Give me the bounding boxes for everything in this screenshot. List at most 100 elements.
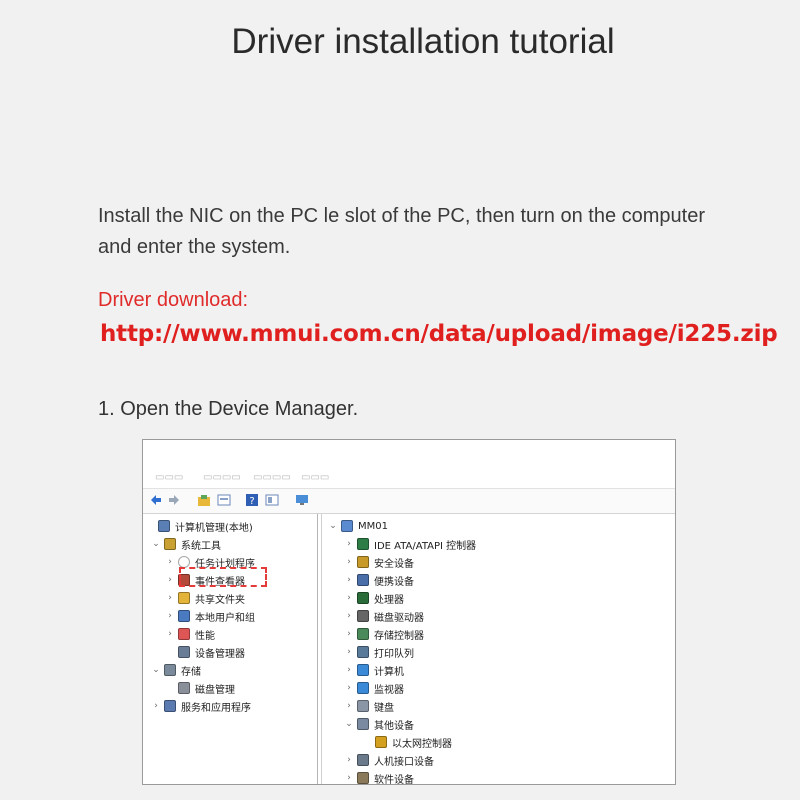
device-tree-item[interactable]: › 人机接口设备	[344, 752, 434, 768]
nav-tree-item-label: 磁盘管理	[195, 684, 235, 696]
device-tree-item-label: 打印队列	[374, 648, 414, 660]
device-tree-item[interactable]: ⌄ 其他设备	[344, 716, 414, 732]
printer-icon	[357, 646, 369, 658]
help-icon[interactable]: ?	[245, 493, 259, 507]
chevron-right-icon[interactable]: ›	[344, 539, 354, 549]
chevron-down-icon[interactable]: ⌄	[328, 521, 338, 531]
intro-text: Install the NIC on the PC le slot of the…	[98, 205, 705, 258]
device-tree-item[interactable]: › 磁盘驱动器	[344, 608, 424, 624]
chevron-right-icon[interactable]: ›	[344, 683, 354, 693]
users-icon	[178, 610, 190, 622]
download-label: Driver download:	[98, 289, 249, 311]
nav-tree-item-label: 存储	[181, 666, 201, 678]
device-tree-item[interactable]: › 监视器	[344, 680, 404, 696]
device-tree-item[interactable]: › 键盘	[344, 698, 394, 714]
nav-tree-item-label: 系统工具	[181, 540, 221, 552]
nav-tree-item[interactable]: 磁盘管理	[165, 680, 235, 696]
chevron-right-icon[interactable]: ›	[344, 593, 354, 603]
device-tree-item-label: 安全设备	[374, 558, 414, 570]
chevron-down-icon[interactable]: ⌄	[151, 665, 161, 675]
chevron-right-icon[interactable]: ›	[344, 575, 354, 585]
nav-tree-item[interactable]: › 共享文件夹	[165, 590, 245, 606]
device-tree-item[interactable]: › 存储控制器	[344, 626, 424, 642]
nav-tree-item[interactable]: 设备管理器	[165, 644, 245, 660]
storage-controller-icon	[357, 628, 369, 640]
menu-item-help[interactable]: ▭▭▭	[301, 472, 329, 483]
keyboard-icon	[357, 700, 369, 712]
menu-bar: ▭▭▭ ▭▭▭▭ ▭▭▭▭ ▭▭▭	[143, 440, 675, 488]
chevron-right-icon[interactable]: ›	[165, 611, 175, 621]
chevron-right-icon[interactable]: ›	[165, 629, 175, 639]
device-tree-item-label: 软件设备	[374, 774, 414, 785]
device-tree-item-label: 计算机	[374, 666, 404, 678]
security-device-icon	[357, 556, 369, 568]
step-1-text: 1. Open the Device Manager.	[98, 398, 359, 420]
up-folder-icon[interactable]	[197, 493, 211, 507]
device-manager-highlight	[179, 567, 267, 587]
chevron-right-icon[interactable]: ›	[344, 647, 354, 657]
chevron-right-icon[interactable]: ›	[344, 701, 354, 711]
chevron-right-icon[interactable]: ›	[151, 701, 161, 711]
monitor-toolbar-icon[interactable]	[295, 493, 309, 507]
other-devices-icon	[357, 718, 369, 730]
chevron-down-icon[interactable]: ⌄	[151, 539, 161, 549]
performance-icon	[178, 628, 190, 640]
chevron-right-icon[interactable]: ›	[344, 611, 354, 621]
device-tree-item-label: 其他设备	[374, 720, 414, 732]
portable-device-icon	[357, 574, 369, 586]
device-tree-item[interactable]: 以太网控制器	[362, 734, 452, 750]
chevron-right-icon[interactable]: ›	[344, 755, 354, 765]
menu-item-action[interactable]: ▭▭▭▭	[203, 472, 241, 483]
computer-management-icon	[158, 520, 170, 532]
nav-tree-item[interactable]: ⌄ 系统工具	[151, 536, 221, 552]
nav-tree-item-label: 计算机管理(本地)	[175, 522, 253, 534]
nav-tree-item[interactable]: ⌄ 存储	[151, 662, 201, 678]
download-link[interactable]: http://www.mmui.com.cn/data/upload/image…	[100, 321, 778, 347]
device-tree-item-label: IDE ATA/ATAPI 控制器	[374, 540, 477, 552]
device-tree-item[interactable]: › IDE ATA/ATAPI 控制器	[344, 536, 476, 552]
properties-icon[interactable]	[217, 493, 231, 507]
disk-management-icon	[178, 682, 190, 694]
nav-tree-item[interactable]: 计算机管理(本地)	[145, 518, 253, 534]
device-tree-item[interactable]: › 安全设备	[344, 554, 414, 570]
chevron-right-icon[interactable]: ›	[344, 665, 354, 675]
chevron-right-icon[interactable]: ›	[344, 629, 354, 639]
page-title: Driver installation tutorial	[231, 22, 615, 61]
chevron-right-icon[interactable]: ›	[344, 557, 354, 567]
computer-management-window: ▭▭▭ ▭▭▭▭ ▭▭▭▭ ▭▭▭ ? 计算机管理(本地) ⌄ 系统工具 › 任务计划程…	[142, 439, 676, 785]
chevron-right-icon[interactable]: ›	[344, 773, 354, 783]
menu-item-view[interactable]: ▭▭▭▭	[253, 472, 291, 483]
chevron-right-icon[interactable]: ›	[165, 575, 175, 585]
hid-icon	[357, 754, 369, 766]
nav-tree-item[interactable]: › 性能	[165, 626, 215, 642]
device-tree-item-label: MM01	[358, 520, 388, 532]
device-manager-icon	[178, 646, 190, 658]
menu-item-file[interactable]: ▭▭▭	[155, 472, 183, 483]
device-tree-item[interactable]: › 便携设备	[344, 572, 414, 588]
device-tree-item-label: 处理器	[374, 594, 404, 606]
device-tree-item-label: 监视器	[374, 684, 404, 696]
shared-folder-icon	[178, 592, 190, 604]
nav-tree-item[interactable]: › 本地用户和组	[165, 608, 255, 624]
chevron-down-icon[interactable]: ⌄	[344, 719, 354, 729]
device-tree-item[interactable]: ⌄ MM01	[328, 518, 388, 534]
nav-tree-item-label: 本地用户和组	[195, 612, 255, 624]
ide-controller-icon	[357, 538, 369, 550]
chevron-right-icon[interactable]: ›	[165, 593, 175, 603]
nav-tree-item-label: 服务和应用程序	[181, 702, 251, 714]
nav-tree-item[interactable]: › 服务和应用程序	[151, 698, 251, 714]
view-icon[interactable]	[265, 493, 279, 507]
back-arrow-icon[interactable]	[149, 493, 163, 507]
device-tree-item[interactable]: › 计算机	[344, 662, 404, 678]
device-tree-item[interactable]: › 打印队列	[344, 644, 414, 660]
forward-arrow-icon[interactable]	[167, 493, 181, 507]
device-tree-item[interactable]: › 处理器	[344, 590, 404, 606]
software-device-icon	[357, 772, 369, 784]
nav-tree-item-label: 设备管理器	[195, 648, 245, 660]
chevron-right-icon[interactable]: ›	[165, 557, 175, 567]
monitor-icon	[357, 664, 369, 676]
storage-icon	[164, 664, 176, 676]
device-tree-item[interactable]: › 软件设备	[344, 770, 414, 785]
device-tree-item-label: 便携设备	[374, 576, 414, 588]
disk-drive-icon	[357, 610, 369, 622]
